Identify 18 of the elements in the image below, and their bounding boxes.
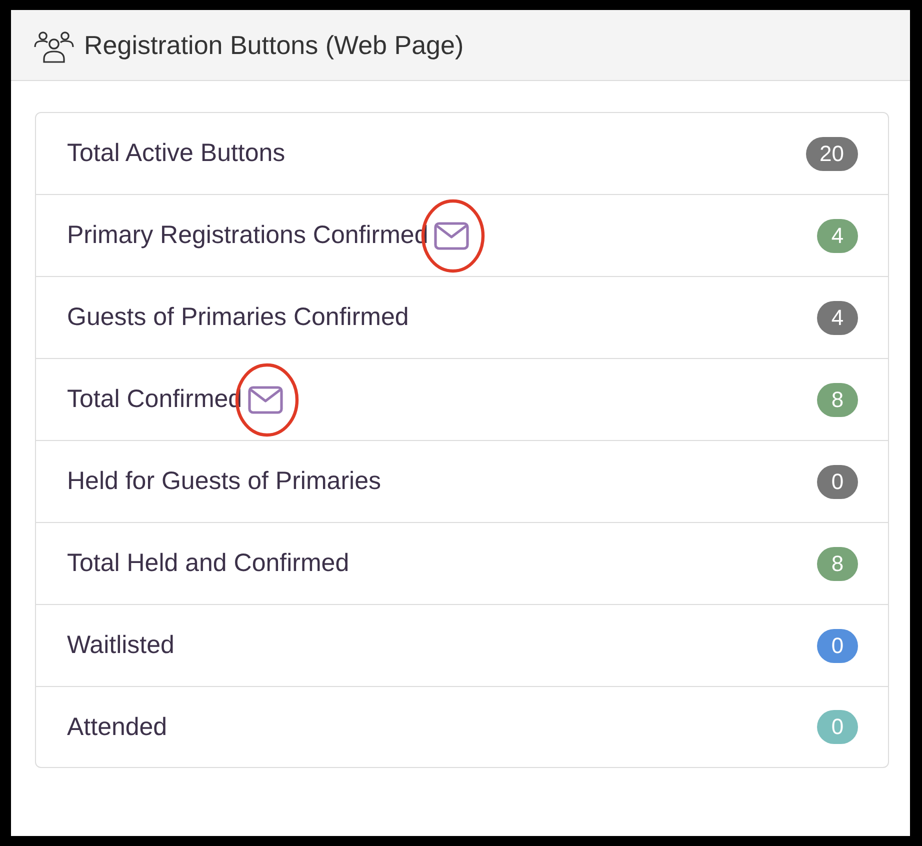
count-badge: 4 xyxy=(817,300,858,334)
envelope-icon[interactable] xyxy=(248,386,284,414)
count-badge: 4 xyxy=(817,218,858,252)
row-label: Held for Guests of Primaries xyxy=(67,467,381,496)
count-badge: 0 xyxy=(817,710,858,744)
envelope-icon[interactable] xyxy=(434,222,470,250)
row-label: Total Active Buttons xyxy=(67,139,286,168)
count-badge: 0 xyxy=(817,628,858,662)
count-badge: 0 xyxy=(817,464,858,498)
people-group-icon xyxy=(34,30,74,63)
row-label: Attended xyxy=(67,712,168,742)
panel-title: Registration Buttons (Web Page) xyxy=(84,32,464,58)
count-badge: 8 xyxy=(817,546,858,580)
row-label: Total Held and Confirmed xyxy=(67,549,350,578)
count-badge: 8 xyxy=(817,382,858,416)
row-label: Guests of Primaries Confirmed xyxy=(67,303,409,332)
count-badge: 20 xyxy=(806,136,858,170)
row-label: Waitlisted xyxy=(67,631,174,660)
